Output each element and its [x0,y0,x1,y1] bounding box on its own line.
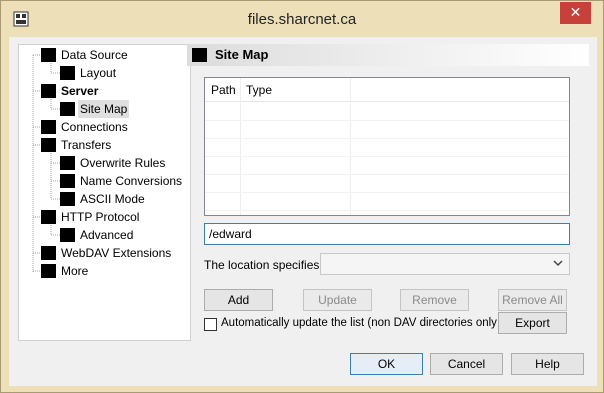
tree-item-label: HTTP Protocol [61,210,140,224]
remove-button[interactable]: Remove [400,289,469,311]
tree-item-label: Transfers [61,138,112,152]
tree-node-icon [60,102,75,116]
tree-item-label: Server [61,84,99,98]
path-input[interactable] [204,223,570,245]
close-icon: ✕ [569,4,582,20]
tree-item-label: Site Map [78,100,130,118]
tree-node-icon [60,174,75,188]
tree-item-label: Overwrite Rules [80,156,166,170]
column-header-type[interactable]: Type [246,83,272,97]
tree-item-label: Advanced [80,228,134,242]
tree-node-icon [60,228,75,242]
tree-node-icon [41,264,56,278]
tree-item-label: WebDAV Extensions [61,246,172,260]
dialog-client: Data Source Layout Server Site Map Conne… [9,37,597,386]
column-header-path[interactable]: Path [211,83,236,97]
row-line [205,138,569,139]
row-line [205,210,569,211]
panel-icon [192,48,207,62]
row-line [205,192,569,193]
title-bar[interactable]: files.sharcnet.ca ✕ [1,1,603,37]
auto-update-checkbox[interactable] [204,318,217,331]
remove-all-button[interactable]: Remove All [498,289,567,311]
cancel-button[interactable]: Cancel [430,353,503,375]
settings-tree[interactable]: Data Source Layout Server Site Map Conne… [18,44,191,341]
chevron-down-icon [553,260,563,267]
tree-item-label: ASCII Mode [80,192,145,206]
help-button[interactable]: Help [511,353,584,375]
close-button[interactable]: ✕ [560,2,591,24]
window-title: files.sharcnet.ca [247,11,357,28]
site-map-panel: Site Map Path Type The location specifie… [187,44,591,344]
column-divider [240,78,241,215]
ok-button[interactable]: OK [350,353,423,375]
panel-title: Site Map [215,47,269,62]
export-button[interactable]: Export [498,312,567,334]
tree-node-icon [41,120,56,134]
tree-node-icon [41,246,56,260]
tree-item-label: Connections [61,120,128,134]
tree-node-icon [41,48,56,62]
add-button[interactable]: Add [204,289,273,311]
tree-item-label: More [61,264,89,278]
row-line [205,156,569,157]
list-header: Path Type [205,78,569,102]
tree-node-icon [60,66,75,80]
panel-header: Site Map [187,44,589,66]
tree-node-icon [41,210,56,224]
tree-node-icon [60,156,75,170]
tree-node-icon [41,84,56,98]
tree-item-label: Name Conversions [80,174,183,188]
update-button[interactable]: Update [303,289,372,311]
tree-item-label: Layout [80,66,117,80]
auto-update-label: Automatically update the list (non DAV d… [221,317,508,329]
row-line [205,174,569,175]
row-line [205,120,569,121]
tree-node-icon [41,138,56,152]
dialog-window: files.sharcnet.ca ✕ Data Source Layout S… [0,0,604,393]
column-divider [350,78,351,215]
tree-item-label: Data Source [61,48,128,62]
location-label: The location specifies: [204,258,323,272]
location-select[interactable] [320,253,570,275]
site-map-list[interactable]: Path Type [204,77,570,216]
tree-node-icon [60,192,75,206]
